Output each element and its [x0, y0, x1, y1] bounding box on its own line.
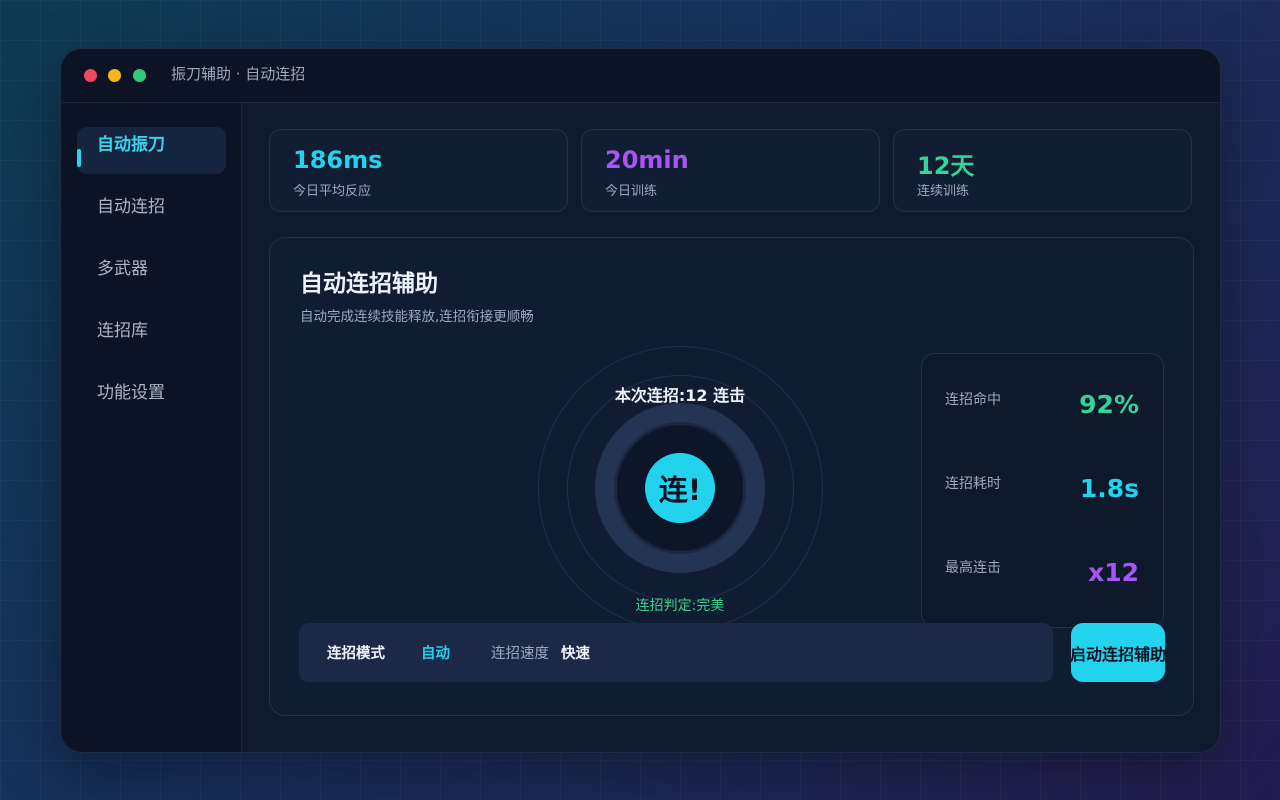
combo-count: 本次连招:12 连击 [614, 386, 746, 405]
sidebar-item-label: 自动连招 [97, 197, 165, 217]
metric-label-max-combo: 最高连击 [945, 560, 1001, 576]
metric-label-duration: 连招耗时 [945, 476, 1001, 492]
sidebar-item-label: 多武器 [97, 259, 148, 279]
close-window-button[interactable] [84, 69, 97, 82]
metrics-card: 连招命中 92% 连招耗时 1.8s 最高连击 x12 [921, 353, 1164, 628]
sidebar-item-label: 功能设置 [97, 383, 165, 403]
stat-value: 186ms [293, 146, 383, 174]
start-combo-button[interactable]: 启动连招辅助 [1071, 623, 1165, 682]
sidebar-item-settings[interactable]: 功能设置 [77, 375, 226, 422]
stat-card-reaction: 186ms 今日平均反应 [269, 129, 568, 212]
app-window: 振刀辅助 · 自动连招 自动振刀 自动连招 多武器 连招库 功能设置 186ms… [60, 48, 1221, 753]
stat-value: 12天 [917, 152, 975, 180]
sidebar-item-auto-parry[interactable]: 自动振刀 [77, 127, 226, 174]
metric-value-duration: 1.8s [1079, 474, 1139, 503]
sidebar-item-label: 连招库 [97, 321, 148, 341]
combo-mode-value[interactable]: 自动 [421, 642, 450, 663]
sidebar-item-combo-library[interactable]: 连招库 [77, 313, 226, 360]
combo-judgement: 连招判定:完美 [635, 598, 725, 614]
stat-value: 20min [605, 146, 689, 174]
title-bar: 振刀辅助 · 自动连招 [61, 49, 1220, 103]
stat-label: 今日训练 [605, 184, 658, 199]
window-title: 振刀辅助 · 自动连招 [171, 65, 306, 83]
maximize-window-button[interactable] [133, 69, 146, 82]
stat-label: 连续训练 [917, 184, 970, 199]
metric-value-hit-rate: 92% [1079, 390, 1139, 419]
combo-mode-label: 连招模式 [327, 646, 385, 662]
stat-card-streak: 12天 连续训练 [893, 129, 1192, 212]
sidebar-item-label: 自动振刀 [97, 135, 165, 155]
stat-card-training-time: 20min 今日训练 [581, 129, 880, 212]
sidebar: 自动振刀 自动连招 多武器 连招库 功能设置 [61, 103, 242, 752]
metric-label-hit-rate: 连招命中 [945, 392, 1001, 408]
combo-trigger-button[interactable]: 连! [645, 453, 715, 523]
combo-speed-label: 连招速度 [491, 646, 549, 662]
combo-speed-value[interactable]: 快速 [561, 642, 590, 663]
sidebar-item-multi-weapon[interactable]: 多武器 [77, 251, 226, 298]
combo-panel: 自动连招辅助 自动完成连续技能释放,连招衔接更顺畅 本次连招:12 连击 连! … [269, 237, 1194, 716]
combo-options-bar: 连招模式 自动 连招速度 快速 [299, 623, 1053, 682]
minimize-window-button[interactable] [108, 69, 121, 82]
stat-label: 今日平均反应 [293, 184, 372, 199]
sidebar-item-auto-combo[interactable]: 自动连招 [77, 189, 226, 236]
metric-value-max-combo: x12 [1088, 558, 1139, 587]
panel-subtitle: 自动完成连续技能释放,连招衔接更顺畅 [300, 309, 534, 325]
panel-title: 自动连招辅助 [300, 271, 438, 297]
